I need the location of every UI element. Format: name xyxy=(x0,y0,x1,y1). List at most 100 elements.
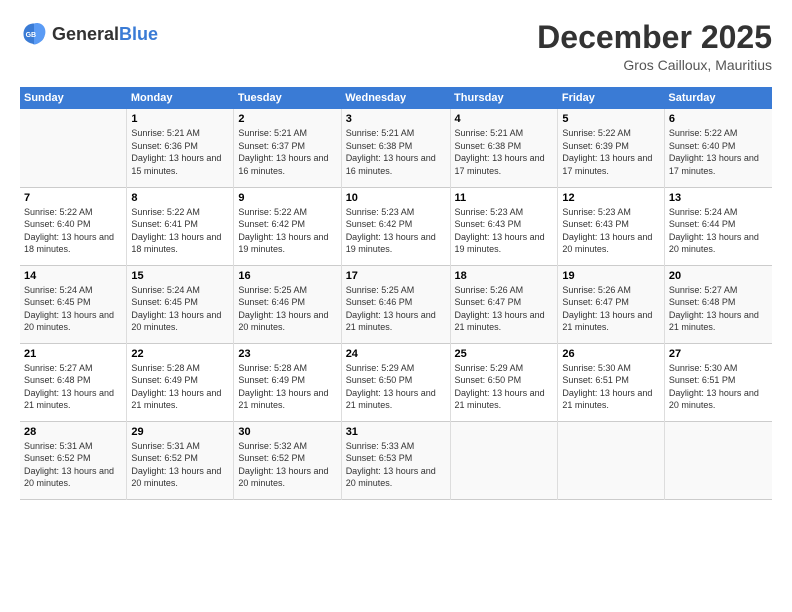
day-number: 9 xyxy=(238,192,336,204)
day-detail: Sunrise: 5:21 AM Sunset: 6:36 PM Dayligh… xyxy=(131,127,229,177)
day-detail: Sunrise: 5:28 AM Sunset: 6:49 PM Dayligh… xyxy=(238,362,336,412)
day-number: 14 xyxy=(24,270,122,282)
calendar-cell xyxy=(20,109,127,187)
day-number: 17 xyxy=(346,270,446,282)
calendar-cell: 14 Sunrise: 5:24 AM Sunset: 6:45 PM Dayli… xyxy=(20,265,127,343)
day-detail: Sunrise: 5:25 AM Sunset: 6:46 PM Dayligh… xyxy=(238,284,336,334)
day-number: 28 xyxy=(24,426,122,438)
calendar-week-row: 1 Sunrise: 5:21 AM Sunset: 6:36 PM Daylig… xyxy=(20,109,772,187)
weekday-header: Monday xyxy=(127,87,234,109)
calendar-cell: 8Sunrise: 5:22 AM Sunset: 6:41 PM Daylig… xyxy=(127,187,234,265)
day-number: 16 xyxy=(238,270,336,282)
calendar-cell: 29 Sunrise: 5:31 AM Sunset: 6:52 PM Dayli… xyxy=(127,421,234,499)
day-detail: Sunrise: 5:29 AM Sunset: 6:50 PM Dayligh… xyxy=(346,362,446,412)
day-detail: Sunrise: 5:22 AM Sunset: 6:41 PM Dayligh… xyxy=(131,206,229,256)
calendar-cell: 16 Sunrise: 5:25 AM Sunset: 6:46 PM Dayli… xyxy=(234,265,341,343)
calendar-cell: 6Sunrise: 5:22 AM Sunset: 6:40 PM Daylig… xyxy=(664,109,772,187)
day-detail: Sunrise: 5:26 AM Sunset: 6:47 PM Dayligh… xyxy=(455,284,554,334)
day-number: 15 xyxy=(131,270,229,282)
day-detail: Sunrise: 5:24 AM Sunset: 6:45 PM Dayligh… xyxy=(24,284,122,334)
day-detail: Sunrise: 5:24 AM Sunset: 6:45 PM Dayligh… xyxy=(131,284,229,334)
weekday-header: Saturday xyxy=(664,87,772,109)
calendar-cell: 17Sunrise: 5:25 AM Sunset: 6:46 PM Dayli… xyxy=(341,265,450,343)
weekday-header: Thursday xyxy=(450,87,558,109)
weekday-header: Friday xyxy=(558,87,665,109)
calendar-cell: 19Sunrise: 5:26 AM Sunset: 6:47 PM Dayli… xyxy=(558,265,665,343)
day-number: 19 xyxy=(562,270,660,282)
header: GB GeneralBlue December 2025 Gros Caillo… xyxy=(20,20,772,73)
weekday-header-row: SundayMondayTuesdayWednesdayThursdayFrid… xyxy=(20,87,772,109)
month-title: December 2025 xyxy=(537,20,772,55)
calendar-cell: 12 Sunrise: 5:23 AM Sunset: 6:43 PM Dayli… xyxy=(558,187,665,265)
calendar-week-row: 14 Sunrise: 5:24 AM Sunset: 6:45 PM Dayli… xyxy=(20,265,772,343)
logo-icon: GB xyxy=(20,20,48,48)
weekday-header: Wednesday xyxy=(341,87,450,109)
day-detail: Sunrise: 5:23 AM Sunset: 6:43 PM Dayligh… xyxy=(455,206,554,256)
day-detail: Sunrise: 5:32 AM Sunset: 6:52 PM Dayligh… xyxy=(238,440,336,490)
day-number: 21 xyxy=(24,348,122,360)
calendar-cell xyxy=(450,421,558,499)
calendar-cell: 2 Sunrise: 5:21 AM Sunset: 6:37 PM Daylig… xyxy=(234,109,341,187)
day-number: 13 xyxy=(669,192,768,204)
calendar-cell: 11Sunrise: 5:23 AM Sunset: 6:43 PM Dayli… xyxy=(450,187,558,265)
day-detail: Sunrise: 5:31 AM Sunset: 6:52 PM Dayligh… xyxy=(24,440,122,490)
svg-text:GB: GB xyxy=(26,32,36,39)
calendar-cell: 13 Sunrise: 5:24 AM Sunset: 6:44 PM Dayli… xyxy=(664,187,772,265)
day-detail: Sunrise: 5:22 AM Sunset: 6:39 PM Dayligh… xyxy=(562,127,660,177)
calendar-cell: 23Sunrise: 5:28 AM Sunset: 6:49 PM Dayli… xyxy=(234,343,341,421)
day-number: 27 xyxy=(669,348,768,360)
day-number: 1 xyxy=(131,113,229,125)
day-detail: Sunrise: 5:21 AM Sunset: 6:38 PM Dayligh… xyxy=(346,127,446,177)
day-detail: Sunrise: 5:29 AM Sunset: 6:50 PM Dayligh… xyxy=(455,362,554,412)
calendar-cell: 25 Sunrise: 5:29 AM Sunset: 6:50 PM Dayli… xyxy=(450,343,558,421)
day-number: 31 xyxy=(346,426,446,438)
calendar-cell: 10 Sunrise: 5:23 AM Sunset: 6:42 PM Dayli… xyxy=(341,187,450,265)
day-detail: Sunrise: 5:23 AM Sunset: 6:43 PM Dayligh… xyxy=(562,206,660,256)
day-detail: Sunrise: 5:24 AM Sunset: 6:44 PM Dayligh… xyxy=(669,206,768,256)
calendar-cell: 9 Sunrise: 5:22 AM Sunset: 6:42 PM Daylig… xyxy=(234,187,341,265)
calendar-cell: 27 Sunrise: 5:30 AM Sunset: 6:51 PM Dayli… xyxy=(664,343,772,421)
day-number: 10 xyxy=(346,192,446,204)
title-block: December 2025 Gros Cailloux, Mauritius xyxy=(537,20,772,73)
day-detail: Sunrise: 5:22 AM Sunset: 6:42 PM Dayligh… xyxy=(238,206,336,256)
calendar-cell: 7Sunrise: 5:22 AM Sunset: 6:40 PM Daylig… xyxy=(20,187,127,265)
day-number: 2 xyxy=(238,113,336,125)
calendar-week-row: 28 Sunrise: 5:31 AM Sunset: 6:52 PM Dayli… xyxy=(20,421,772,499)
calendar-cell xyxy=(558,421,665,499)
calendar-cell: 24 Sunrise: 5:29 AM Sunset: 6:50 PM Dayli… xyxy=(341,343,450,421)
calendar-week-row: 21 Sunrise: 5:27 AM Sunset: 6:48 PM Dayli… xyxy=(20,343,772,421)
day-number: 25 xyxy=(455,348,554,360)
calendar-week-row: 7Sunrise: 5:22 AM Sunset: 6:40 PM Daylig… xyxy=(20,187,772,265)
location-title: Gros Cailloux, Mauritius xyxy=(537,57,772,73)
day-number: 24 xyxy=(346,348,446,360)
page-container: GB GeneralBlue December 2025 Gros Caillo… xyxy=(0,0,792,510)
day-number: 5 xyxy=(562,113,660,125)
day-detail: Sunrise: 5:30 AM Sunset: 6:51 PM Dayligh… xyxy=(562,362,660,412)
calendar-cell: 30Sunrise: 5:32 AM Sunset: 6:52 PM Dayli… xyxy=(234,421,341,499)
calendar-cell: 1 Sunrise: 5:21 AM Sunset: 6:36 PM Daylig… xyxy=(127,109,234,187)
day-number: 29 xyxy=(131,426,229,438)
logo-blue: Blue xyxy=(119,24,158,44)
logo-general: General xyxy=(52,24,119,44)
day-number: 4 xyxy=(455,113,554,125)
calendar-cell: 22Sunrise: 5:28 AM Sunset: 6:49 PM Dayli… xyxy=(127,343,234,421)
logo: GB GeneralBlue xyxy=(20,20,158,48)
day-detail: Sunrise: 5:22 AM Sunset: 6:40 PM Dayligh… xyxy=(669,127,768,177)
day-detail: Sunrise: 5:31 AM Sunset: 6:52 PM Dayligh… xyxy=(131,440,229,490)
day-number: 26 xyxy=(562,348,660,360)
weekday-header: Tuesday xyxy=(234,87,341,109)
day-detail: Sunrise: 5:21 AM Sunset: 6:37 PM Dayligh… xyxy=(238,127,336,177)
day-detail: Sunrise: 5:27 AM Sunset: 6:48 PM Dayligh… xyxy=(24,362,122,412)
weekday-header: Sunday xyxy=(20,87,127,109)
day-detail: Sunrise: 5:33 AM Sunset: 6:53 PM Dayligh… xyxy=(346,440,446,490)
day-detail: Sunrise: 5:30 AM Sunset: 6:51 PM Dayligh… xyxy=(669,362,768,412)
calendar-cell: 31 Sunrise: 5:33 AM Sunset: 6:53 PM Dayli… xyxy=(341,421,450,499)
calendar-cell: 26 Sunrise: 5:30 AM Sunset: 6:51 PM Dayli… xyxy=(558,343,665,421)
day-detail: Sunrise: 5:23 AM Sunset: 6:42 PM Dayligh… xyxy=(346,206,446,256)
day-number: 22 xyxy=(131,348,229,360)
calendar-table: SundayMondayTuesdayWednesdayThursdayFrid… xyxy=(20,87,772,500)
day-number: 12 xyxy=(562,192,660,204)
calendar-cell: 20Sunrise: 5:27 AM Sunset: 6:48 PM Dayli… xyxy=(664,265,772,343)
calendar-cell: 3Sunrise: 5:21 AM Sunset: 6:38 PM Daylig… xyxy=(341,109,450,187)
day-number: 20 xyxy=(669,270,768,282)
